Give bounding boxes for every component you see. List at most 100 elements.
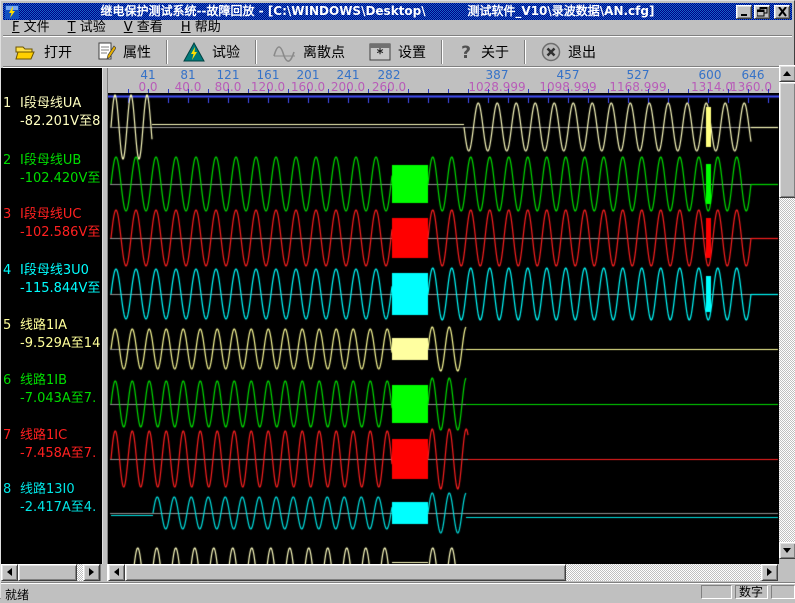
vertical-scrollbar[interactable] xyxy=(779,65,795,559)
channel-label-panel: 1 Ⅰ段母线UA-82.201V至8 2 Ⅰ段母线UB-102.420V至 3 Ⅰ段母线U… xyxy=(1,68,102,564)
test-button[interactable]: 试验 xyxy=(171,39,252,65)
channel-label: 6 线路1IB-7.043A至7. xyxy=(1,372,102,410)
app-window: 继电保护测试系统--故障回放 - [C:\WINDOWS\Desktop\ 测试… xyxy=(0,0,795,599)
status-panel-empty xyxy=(701,585,732,599)
vscroll-down-button[interactable] xyxy=(779,542,795,559)
channel-number: 4 xyxy=(3,262,11,280)
vscroll-thumb[interactable] xyxy=(779,82,795,198)
channel-range: -115.844V至 xyxy=(20,280,100,298)
settings-button[interactable]: * 设置 xyxy=(357,39,438,65)
arrow-up-icon xyxy=(783,67,791,76)
label-hscroll-right-button[interactable] xyxy=(83,564,100,581)
status-panel-digital: 数字 xyxy=(735,585,768,599)
channel-range: -7.458A至7. xyxy=(20,445,96,463)
channel-name: 线路1IB xyxy=(20,372,67,390)
toolbar-separator xyxy=(166,40,168,64)
channel-label: 5 线路1IA-9.529A至14 xyxy=(1,317,102,355)
minimize-button[interactable] xyxy=(736,5,752,19)
channel-name: 线路1IA xyxy=(20,317,67,335)
menu-bar: F 文件 T 试验 V 查看 H 帮助 xyxy=(3,20,792,36)
exit-icon xyxy=(541,42,561,62)
channel-name: 线路1IC xyxy=(20,427,67,445)
channel-name: Ⅰ段母线UA xyxy=(20,95,81,113)
menu-help[interactable]: H 帮助 xyxy=(172,20,230,36)
channel-label: 8 线路13I0-2.417A至4. xyxy=(1,481,102,519)
waveform-area xyxy=(108,93,779,564)
label-hscroll-left-button[interactable] xyxy=(1,564,18,581)
menu-test[interactable]: T 试验 xyxy=(59,20,115,36)
waveform-canvas[interactable] xyxy=(108,93,779,564)
exit-button[interactable]: 退出 xyxy=(529,39,608,65)
time-ruler[interactable]: 4181121161201241282387457527600646 0.040… xyxy=(108,68,779,93)
test-icon xyxy=(183,42,205,62)
about-button[interactable]: ? 关于 xyxy=(446,39,521,65)
properties-icon xyxy=(96,42,116,62)
channel-range: -102.586V至 xyxy=(20,224,100,242)
arrow-right-icon xyxy=(767,568,776,576)
channel-number: 5 xyxy=(3,317,11,335)
label-hscroll-thumb[interactable] xyxy=(18,564,77,581)
close-button[interactable] xyxy=(774,5,790,19)
toolbar-separator xyxy=(524,40,526,64)
properties-button[interactable]: 属性 xyxy=(84,39,163,65)
open-folder-icon xyxy=(15,43,37,61)
channel-label: 1 Ⅰ段母线UA-82.201V至8 xyxy=(1,95,102,133)
channel-name: Ⅰ段母线UB xyxy=(20,152,81,170)
discrete-points-icon xyxy=(272,42,296,62)
channel-label: 7 线路1IC-7.458A至7. xyxy=(1,427,102,465)
channel-number: 2 xyxy=(3,152,11,170)
app-icon xyxy=(5,5,19,19)
channel-number: 3 xyxy=(3,206,11,224)
channel-range: -9.529A至14 xyxy=(20,335,100,353)
channel-number: 7 xyxy=(3,427,11,445)
ruler-time-label: 1168.999 xyxy=(609,81,666,93)
restore-button[interactable] xyxy=(754,5,770,19)
arrow-down-icon xyxy=(783,548,791,557)
settings-icon: * xyxy=(369,43,391,61)
channel-range: -7.043A至7. xyxy=(20,390,96,408)
waveform-hscroll-left-button[interactable] xyxy=(108,564,125,581)
svg-text:*: * xyxy=(377,47,384,61)
svg-text:?: ? xyxy=(461,43,471,62)
label-hscrollbar[interactable] xyxy=(1,564,100,581)
status-ready-text: 就绪 xyxy=(5,586,29,603)
arrow-left-icon xyxy=(3,568,12,576)
toolbar-separator xyxy=(255,40,257,64)
channel-label: 2 Ⅰ段母线UB-102.420V至 xyxy=(1,152,102,190)
hscroll-divider xyxy=(100,564,108,581)
channel-range: -2.417A至4. xyxy=(20,499,96,517)
hscroll-row xyxy=(1,564,795,582)
status-bar: 就绪 数字 xyxy=(1,582,795,600)
channel-name: 线路13I0 xyxy=(20,481,75,499)
channel-label: 4 Ⅰ段母线3U0-115.844V至 xyxy=(1,262,102,300)
menu-file[interactable]: F 文件 xyxy=(3,20,59,36)
ruler-time-label: 1314.0 xyxy=(691,81,733,93)
window-title: 继电保护测试系统--故障回放 - [C:\WINDOWS\Desktop\ 测试… xyxy=(19,3,736,20)
about-icon: ? xyxy=(458,42,474,62)
client-area: 1 Ⅰ段母线UA-82.201V至8 2 Ⅰ段母线UB-102.420V至 3 Ⅰ段母线U… xyxy=(1,68,795,564)
waveform-hscroll-right-button[interactable] xyxy=(761,564,778,581)
toolbar-separator xyxy=(441,40,443,64)
ruler-time-label: 260.0 xyxy=(372,81,406,93)
menu-view[interactable]: V 查看 xyxy=(115,20,172,36)
discrete-points-button[interactable]: 离散点 xyxy=(260,39,357,65)
channel-label: 3 Ⅰ段母线UC-102.586V至 xyxy=(1,206,102,244)
channel-name: Ⅰ段母线UC xyxy=(20,206,81,224)
status-panel-empty xyxy=(771,585,795,599)
ruler-time-label: 1360.0 xyxy=(730,81,772,93)
channel-number: 6 xyxy=(3,372,11,390)
ruler-time-label: 1028.999 xyxy=(468,81,525,93)
waveform-hscrollbar[interactable] xyxy=(108,564,778,581)
channel-number: 1 xyxy=(3,95,11,113)
channel-number: 8 xyxy=(3,481,11,499)
arrow-right-icon xyxy=(89,568,98,576)
waveform-hscroll-thumb[interactable] xyxy=(125,564,566,581)
toolbar: 打开 属性 试验 离散点 xyxy=(3,37,792,67)
channel-range: -82.201V至8 xyxy=(20,113,100,131)
open-button[interactable]: 打开 xyxy=(3,39,84,65)
title-bar: 继电保护测试系统--故障回放 - [C:\WINDOWS\Desktop\ 测试… xyxy=(3,3,792,20)
vscroll-up-button[interactable] xyxy=(779,65,795,82)
scrollbar-corner xyxy=(778,564,795,582)
channel-name: Ⅰ段母线3U0 xyxy=(20,262,89,280)
channel-range: -102.420V至 xyxy=(20,170,100,188)
